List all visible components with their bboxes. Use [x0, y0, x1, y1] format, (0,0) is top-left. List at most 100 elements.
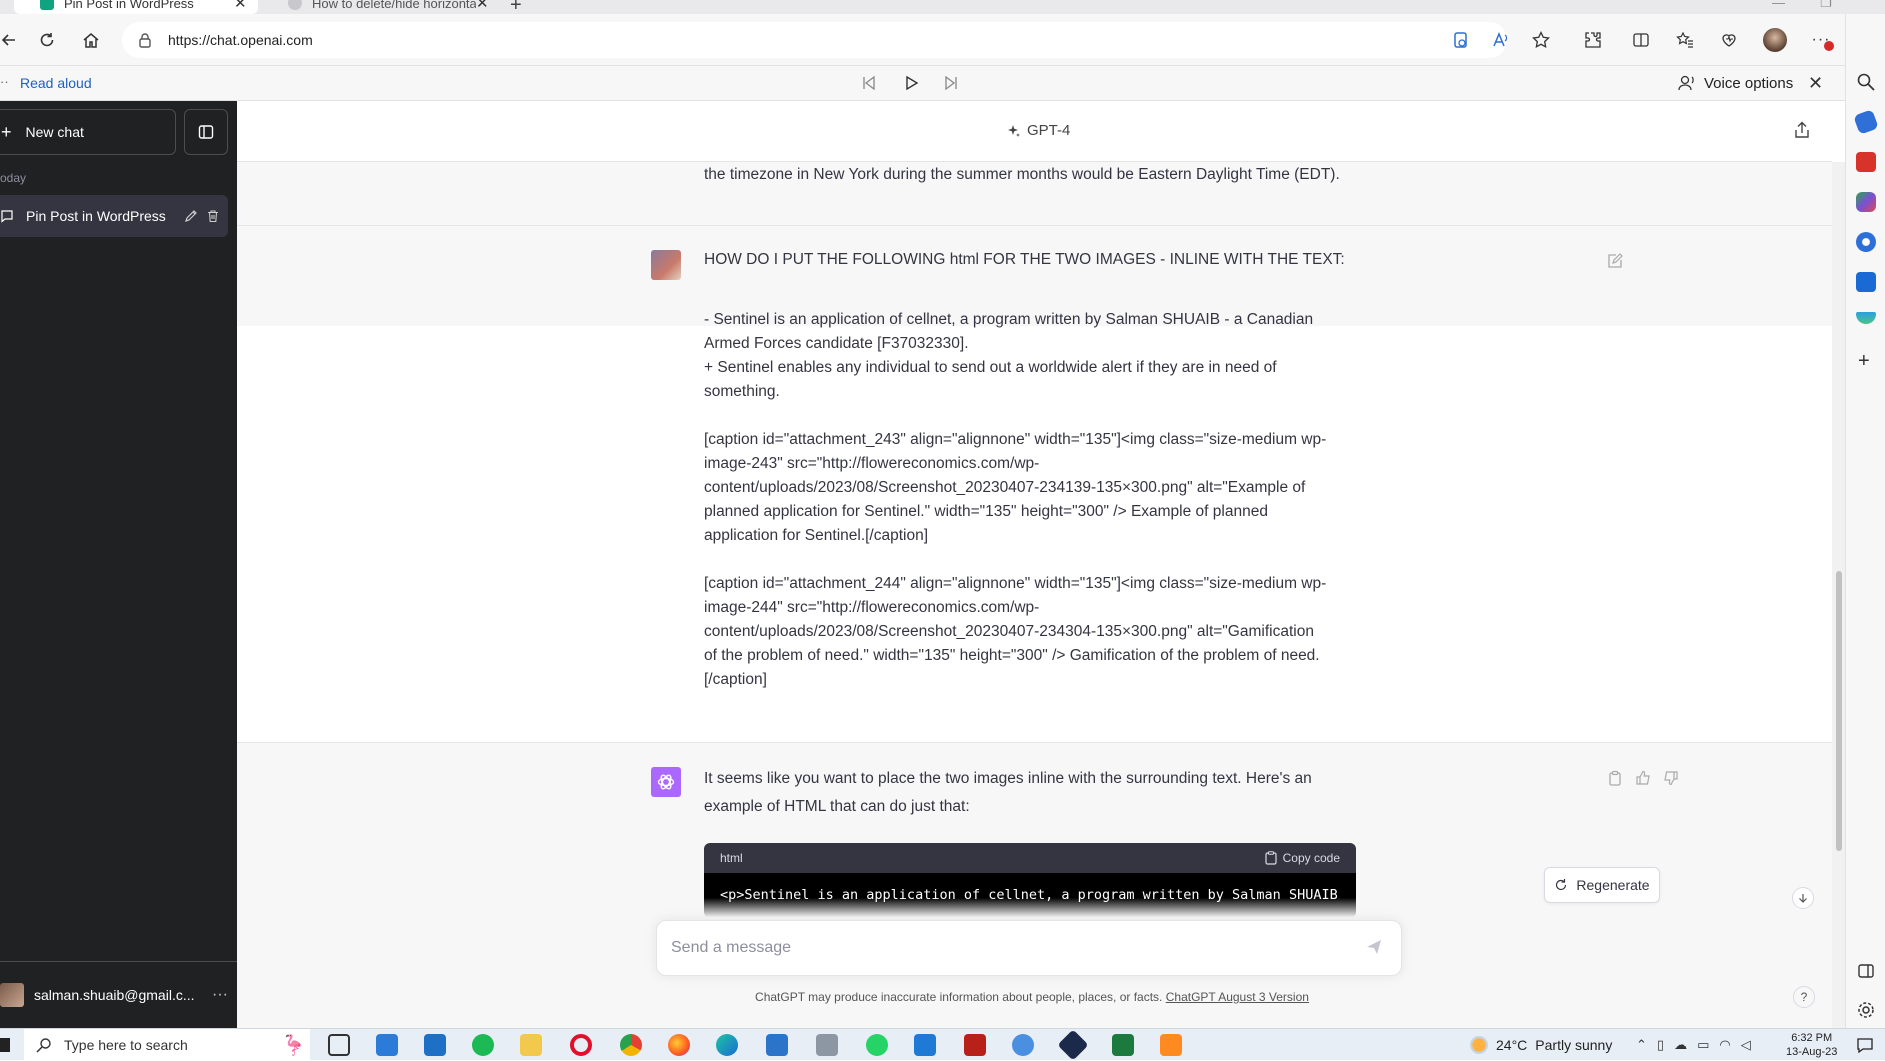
outlook-icon[interactable] — [1856, 272, 1876, 292]
games-icon[interactable] — [1856, 192, 1876, 212]
sidebar-layout-icon[interactable] — [1856, 961, 1876, 981]
send-icon[interactable] — [1365, 938, 1383, 956]
copy-code-button[interactable]: Copy code — [1265, 851, 1340, 865]
mail-icon[interactable] — [766, 1034, 788, 1056]
more-dots-icon[interactable]: ·· — [0, 74, 9, 89]
share-icon[interactable] — [1794, 121, 1810, 139]
assistant-message: It seems like you want to place the two … — [704, 765, 1364, 821]
clipboard-icon — [1265, 851, 1277, 865]
new-tab-button[interactable]: + — [510, 0, 522, 14]
openai-logo-icon — [657, 774, 675, 790]
task-view-icon[interactable] — [328, 1034, 350, 1056]
file-explorer-icon[interactable] — [520, 1034, 542, 1056]
next-paragraph-icon[interactable] — [942, 74, 960, 92]
close-icon[interactable]: ✕ — [476, 0, 492, 12]
wifi-icon[interactable]: ◠ — [1719, 1037, 1730, 1053]
new-chat-label: New chat — [25, 124, 84, 140]
thumbs-up-icon[interactable] — [1635, 770, 1651, 786]
sublime-icon[interactable] — [1160, 1034, 1182, 1056]
weather-widget[interactable]: 24°C Partly sunny — [1470, 1036, 1612, 1054]
chrome-icon[interactable] — [620, 1034, 642, 1056]
firefox-icon[interactable] — [668, 1034, 690, 1056]
address-bar[interactable]: https://chat.openai.com — [122, 22, 1507, 58]
filezilla-icon[interactable] — [964, 1034, 986, 1056]
ellipsis-icon[interactable]: ··· — [212, 986, 228, 1004]
voice-icon — [1678, 75, 1694, 91]
more-options-icon[interactable]: ··· — [1808, 27, 1834, 53]
help-button[interactable]: ? — [1793, 986, 1815, 1008]
previous-paragraph-icon[interactable] — [860, 74, 878, 92]
browser-essentials-icon[interactable] — [1716, 27, 1742, 53]
monitor-app-icon[interactable] — [424, 1034, 446, 1056]
read-aloud-label: Read aloud — [20, 75, 92, 91]
taskbar-search[interactable]: Type here to search 🦩 — [24, 1029, 310, 1061]
excel-icon[interactable] — [1112, 1034, 1134, 1056]
clipboard-icon[interactable] — [1607, 770, 1623, 786]
search-icon[interactable] — [1856, 72, 1876, 92]
whatsapp-icon[interactable] — [866, 1034, 888, 1056]
volume-icon[interactable]: ◁ — [1741, 1037, 1751, 1053]
chevron-up-icon[interactable]: ⌃ — [1636, 1037, 1647, 1053]
opera-icon[interactable] — [570, 1034, 592, 1056]
divider — [237, 742, 1832, 743]
favorite-star-icon[interactable] — [1528, 27, 1554, 53]
play-icon[interactable] — [902, 74, 920, 92]
new-chat-button[interactable]: + New chat — [0, 109, 176, 155]
message-input[interactable]: Send a message — [671, 939, 791, 957]
user-menu[interactable]: salman.shuaib@gmail.c... ··· — [0, 977, 230, 1013]
todo-app-icon[interactable] — [376, 1034, 398, 1056]
pencil-icon[interactable] — [184, 209, 198, 223]
back-button[interactable] — [0, 27, 22, 53]
cloud-icon[interactable]: ☁ — [1674, 1037, 1687, 1053]
microsoft-365-icon[interactable] — [1856, 232, 1876, 252]
shopping-tag-icon[interactable] — [1853, 109, 1879, 135]
drop-icon[interactable] — [1856, 312, 1876, 324]
wordpress-favicon-icon — [288, 0, 302, 10]
spotify-icon[interactable] — [472, 1034, 494, 1056]
favorites-icon[interactable] — [1672, 27, 1698, 53]
message-composer[interactable]: Send a message — [656, 920, 1402, 976]
home-button[interactable] — [78, 27, 104, 53]
text-line: - Sentinel is an application of cellnet,… — [704, 311, 1314, 328]
vscode-icon[interactable] — [914, 1034, 936, 1056]
taskbar-clock[interactable]: 6:32 PM 13-Aug-23 — [1786, 1031, 1837, 1059]
sparkle-icon — [1008, 124, 1020, 137]
add-icon[interactable]: + — [1858, 350, 1870, 373]
read-aloud-icon[interactable] — [1488, 27, 1514, 53]
gear-icon[interactable] — [1856, 1000, 1876, 1020]
diamond-app-icon[interactable] — [1057, 1029, 1089, 1061]
restore-icon[interactable]: ❐ — [1820, 0, 1832, 11]
sidebar-item-conversation[interactable]: Pin Post in WordPress — [0, 195, 228, 237]
section-label-today: oday — [0, 171, 27, 185]
refresh-button[interactable] — [34, 27, 60, 53]
model-indicator[interactable]: GPT-4 — [1007, 122, 1070, 139]
tools-briefcase-icon[interactable] — [1856, 152, 1876, 172]
version-link[interactable]: ChatGPT August 3 Version — [1166, 990, 1309, 1004]
split-screen-icon[interactable] — [1628, 27, 1654, 53]
extensions-icon[interactable] — [1580, 27, 1606, 53]
translate-app-icon[interactable] — [1012, 1034, 1034, 1056]
close-icon[interactable]: ✕ — [234, 0, 250, 12]
scrollbar-thumb[interactable] — [1836, 571, 1842, 851]
close-icon[interactable]: ✕ — [1808, 73, 1823, 94]
close-sidebar-button[interactable] — [184, 109, 228, 155]
voice-options-button[interactable]: Voice options — [1678, 74, 1793, 92]
minimize-icon[interactable]: — — [1772, 0, 1785, 10]
notifications-icon[interactable] — [1856, 1036, 1874, 1054]
scroll-to-bottom-button[interactable] — [1792, 887, 1814, 909]
trash-icon[interactable] — [206, 209, 220, 223]
battery-icon[interactable]: ▭ — [1697, 1037, 1709, 1053]
start-icon[interactable] — [0, 1038, 10, 1052]
app-available-icon[interactable] — [1448, 27, 1474, 53]
read-aloud-bar: ·· Read aloud Voice options ✕ — [0, 66, 1845, 101]
tab-pin-post[interactable]: Pin Post in WordPress ✕ — [14, 0, 258, 14]
thumbs-down-icon[interactable] — [1663, 770, 1679, 786]
regenerate-button[interactable]: Regenerate — [1544, 867, 1660, 903]
edit-message-icon[interactable] — [1607, 253, 1623, 269]
copy-code-label: Copy code — [1282, 851, 1340, 865]
tab-how-to-delete[interactable]: How to delete/hide horizontal li ✕ — [262, 0, 500, 14]
tray-app-icon[interactable]: ▯ — [1657, 1037, 1664, 1053]
printer-app-icon[interactable] — [816, 1034, 838, 1056]
edge-icon[interactable] — [716, 1034, 738, 1056]
profile-avatar[interactable] — [1762, 27, 1788, 53]
